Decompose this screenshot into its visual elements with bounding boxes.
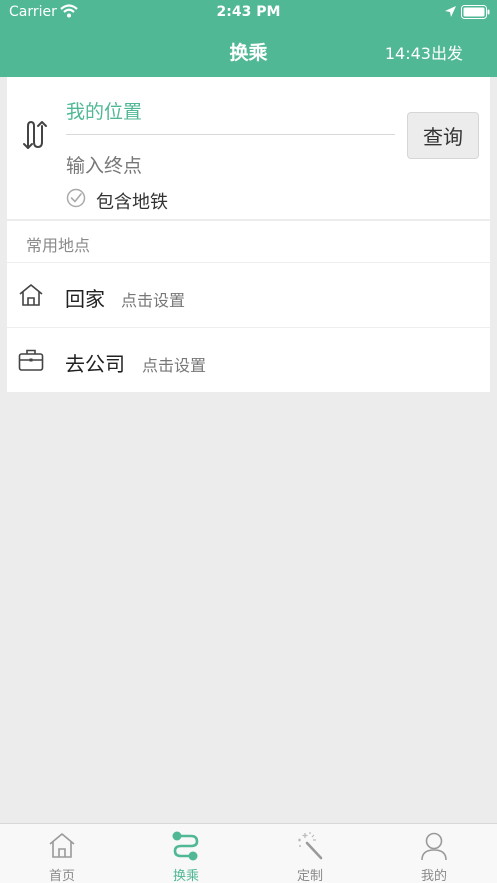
- tab-transfer[interactable]: 换乘: [124, 824, 248, 883]
- tab-home[interactable]: 首页: [0, 824, 124, 883]
- status-time: 2:43 PM: [216, 4, 281, 20]
- home-icon: [0, 831, 124, 863]
- query-button[interactable]: 查询: [407, 112, 479, 159]
- tab-bar: 首页 换乘 定制 我的: [0, 823, 497, 883]
- frequent-places-heading: 常用地点: [26, 236, 91, 255]
- tab-label: 换乘: [172, 869, 199, 883]
- origin-field[interactable]: 我的位置: [66, 97, 142, 124]
- route-icon: [124, 831, 248, 865]
- place-hint: 点击设置: [142, 356, 207, 375]
- status-bar: Carrier 2:43 PM: [0, 0, 497, 26]
- place-row-home[interactable]: 回家 点击设置: [7, 263, 490, 327]
- battery-icon: [461, 5, 490, 19]
- place-name: 去公司: [65, 352, 125, 376]
- tab-label: 我的: [420, 869, 447, 883]
- check-circle-icon[interactable]: [66, 188, 86, 208]
- field-divider: [66, 134, 395, 135]
- briefcase-icon: [18, 349, 44, 371]
- tab-label: 首页: [48, 869, 75, 883]
- frequent-places-card: 常用地点 回家 点击设置 去公司 点击设置: [7, 221, 490, 392]
- swap-icon[interactable]: [21, 120, 49, 150]
- user-icon: [372, 831, 496, 865]
- place-name: 回家: [65, 287, 105, 311]
- destination-field[interactable]: 输入终点: [66, 151, 142, 178]
- route-search-card: 我的位置 输入终点 包含地铁 查询: [7, 77, 490, 219]
- place-row-company[interactable]: 去公司 点击设置: [7, 328, 490, 392]
- location-arrow-icon: [445, 6, 456, 17]
- top-bar: Carrier 2:43 PM 换乘 14:43出发: [0, 0, 497, 77]
- place-hint: 点击设置: [121, 291, 186, 310]
- include-subway-label[interactable]: 包含地铁: [96, 188, 168, 214]
- depart-time-button[interactable]: 14:43出发: [385, 40, 463, 64]
- tab-label: 定制: [296, 869, 323, 883]
- tab-mine[interactable]: 我的: [372, 824, 496, 883]
- home-icon: [19, 284, 43, 306]
- tab-custom[interactable]: 定制: [248, 824, 372, 883]
- magic-wand-icon: [248, 831, 372, 865]
